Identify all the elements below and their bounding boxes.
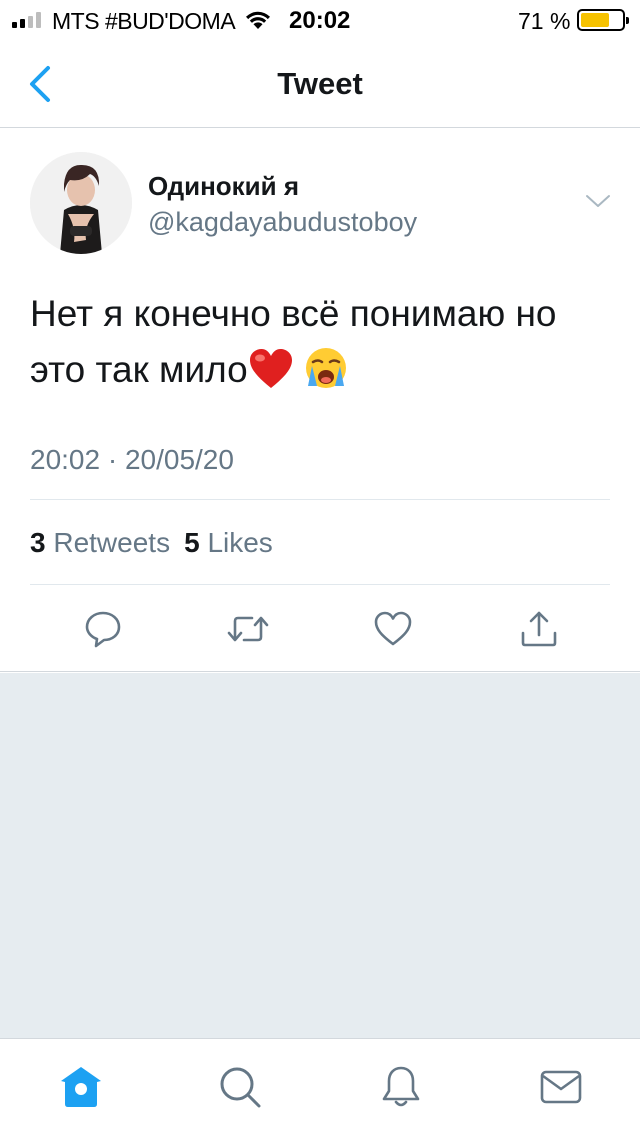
- likes-label: Likes: [207, 527, 273, 558]
- crying-face-emoji-icon: [304, 346, 348, 406]
- bell-icon: [382, 1066, 420, 1107]
- author-handle[interactable]: @kagdayabudustoboy: [148, 207, 417, 238]
- retweet-icon: [227, 616, 269, 642]
- avatar-image: [30, 152, 132, 254]
- red-heart-emoji-icon: [248, 348, 294, 406]
- retweets-count: 3: [30, 527, 46, 558]
- chevron-down-icon: [586, 195, 610, 207]
- share-icon: [521, 611, 557, 647]
- status-bar: MTS #BUD'DOMA 20:02 71 %: [0, 0, 640, 40]
- wifi-icon: [243, 9, 273, 37]
- tweet-detail: Одинокий я @kagdayabudustoboy Нет я коне…: [0, 129, 640, 672]
- search-icon: [220, 1067, 261, 1108]
- likes-count: 5: [184, 527, 200, 558]
- tweet-text-fragment: это так мило: [30, 349, 248, 390]
- tab-messages[interactable]: [537, 1063, 585, 1111]
- tweet-text-line: Нет я конечно всё понимаю но: [30, 293, 557, 334]
- navigation-bar: Tweet: [0, 40, 640, 128]
- battery-fill: [581, 13, 610, 27]
- tweet-timestamp: 20:02 · 20/05/20: [30, 444, 234, 475]
- divider: [30, 499, 610, 500]
- carrier-name: MTS #BUD'DOMA: [52, 8, 236, 34]
- signal-icon: [12, 12, 41, 28]
- retweets-stat[interactable]: 3 Retweets: [30, 527, 170, 559]
- empty-replies-area: [0, 673, 640, 1038]
- tab-notifications[interactable]: [377, 1063, 425, 1111]
- home-icon: [61, 1067, 101, 1107]
- divider: [30, 584, 610, 585]
- like-button[interactable]: [371, 609, 415, 649]
- tweet-stats: 3 Retweets 5 Likes: [30, 527, 287, 559]
- tab-bar: [0, 1038, 640, 1136]
- heart-icon: [374, 611, 412, 646]
- tab-search[interactable]: [216, 1063, 264, 1111]
- share-button[interactable]: [517, 609, 561, 649]
- status-time: 20:02: [289, 7, 351, 34]
- tweet-text-line: это так мило: [30, 342, 620, 406]
- battery-icon: [577, 9, 629, 31]
- likes-stat[interactable]: 5 Likes: [184, 527, 273, 559]
- avatar[interactable]: [30, 152, 132, 254]
- more-options-button[interactable]: [584, 191, 612, 211]
- retweets-label: Retweets: [53, 527, 171, 558]
- page-title: Tweet: [277, 66, 363, 101]
- tab-home[interactable]: [57, 1063, 105, 1111]
- mail-icon: [540, 1070, 582, 1104]
- tweet-text: Нет я конечно всё понимаю но это так мил…: [30, 286, 620, 406]
- author-name[interactable]: Одинокий я: [148, 171, 299, 202]
- reply-button[interactable]: [81, 609, 125, 649]
- battery-percent: 71 %: [518, 8, 571, 34]
- reply-icon: [85, 611, 121, 648]
- retweet-button[interactable]: [226, 609, 270, 649]
- tweet-actions: [0, 609, 640, 649]
